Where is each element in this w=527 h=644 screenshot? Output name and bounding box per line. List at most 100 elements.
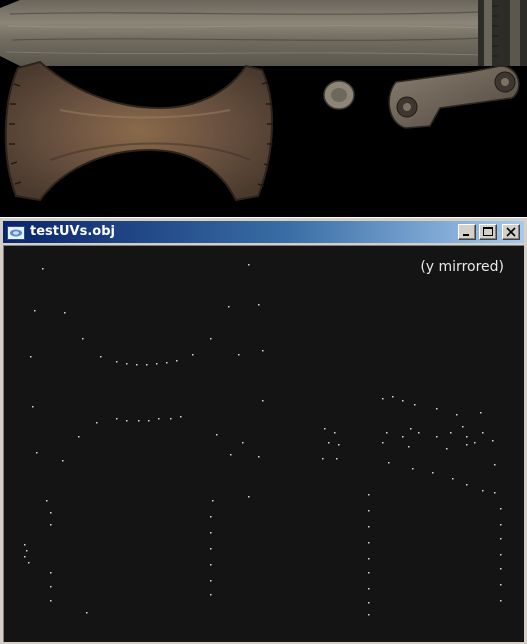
uv-vertex-point: [96, 422, 98, 424]
uv-vertex-point: [412, 468, 414, 470]
uv-vertex-point: [210, 580, 212, 582]
uv-vertex-point: [210, 516, 212, 518]
app-icon[interactable]: [7, 225, 25, 240]
uv-vertex-point: [368, 494, 370, 496]
metal-bracket-region: [388, 65, 520, 129]
uv-vertex-point: [126, 363, 128, 365]
uv-vertex-point: [462, 426, 464, 428]
uv-vertex-point: [392, 396, 394, 398]
uv-vertex-point: [500, 568, 502, 570]
uv-vertex-point: [414, 404, 416, 406]
uv-vertex-point: [368, 510, 370, 512]
uv-vertex-point: [402, 436, 404, 438]
uv-vertex-point: [262, 400, 264, 402]
uv-vertex-point: [248, 264, 250, 266]
maximize-icon: [483, 227, 493, 236]
uv-vertex-point: [116, 418, 118, 420]
uv-vertex-point: [388, 462, 390, 464]
uv-vertex-point: [228, 306, 230, 308]
maximize-button[interactable]: [479, 224, 497, 240]
uv-vertex-point: [368, 526, 370, 528]
uv-vertex-point: [230, 454, 232, 456]
uv-point-plot: [24, 264, 502, 616]
uv-vertex-point: [368, 542, 370, 544]
uv-vertex-point: [30, 356, 32, 358]
uv-vertex-point: [324, 428, 326, 430]
uv-vertex-point: [322, 458, 324, 460]
uv-vertex-point: [242, 442, 244, 444]
uv-vertex-point: [180, 416, 182, 418]
close-icon: [506, 227, 516, 237]
uv-vertex-point: [494, 464, 496, 466]
uv-vertex-point: [28, 562, 30, 564]
texture-preview: [0, 0, 527, 217]
uv-vertex-point: [452, 478, 454, 480]
uv-vertex-point: [46, 500, 48, 502]
uv-vertex-point: [166, 362, 168, 364]
uv-vertex-point: [24, 544, 26, 546]
uv-vertex-point: [368, 588, 370, 590]
uv-vertex-point: [432, 472, 434, 474]
uv-vertex-point: [116, 361, 118, 363]
uv-vertex-point: [368, 614, 370, 616]
uv-vertex-point: [336, 458, 338, 460]
uv-vertex-point: [176, 360, 178, 362]
minimize-icon: [463, 234, 469, 236]
uv-vertex-point: [456, 414, 458, 416]
uv-vertex-point: [210, 564, 212, 566]
uv-vertex-point: [368, 602, 370, 604]
wood-plank-region: [0, 0, 527, 66]
uv-vertex-point: [212, 500, 214, 502]
uv-vertex-point: [210, 594, 212, 596]
uv-vertex-point: [466, 484, 468, 486]
uv-canvas[interactable]: (y mirrored): [3, 245, 524, 642]
uv-vertex-point: [36, 452, 38, 454]
uv-vertex-point: [170, 418, 172, 420]
uv-vertex-point: [50, 524, 52, 526]
uv-vertex-point: [500, 554, 502, 556]
uv-vertex-point: [368, 558, 370, 560]
uv-vertex-point: [148, 420, 150, 422]
uv-vertex-point: [62, 460, 64, 462]
uv-vertex-point: [436, 408, 438, 410]
uv-vertex-point: [418, 432, 420, 434]
uv-vertex-point: [500, 524, 502, 526]
uv-vertex-point: [482, 432, 484, 434]
uv-vertex-point: [262, 350, 264, 352]
uv-vertex-point: [258, 456, 260, 458]
uv-vertex-point: [466, 444, 468, 446]
title-bar[interactable]: testUVs.obj: [3, 221, 524, 243]
uv-vertex-point: [32, 406, 34, 408]
minimize-button[interactable]: [458, 224, 476, 240]
uv-vertex-point: [192, 354, 194, 356]
uv-vertex-point: [24, 556, 26, 558]
uv-vertex-point: [34, 310, 36, 312]
axe-head-region: [4, 60, 273, 202]
uv-vertex-point: [138, 420, 140, 422]
window-title: testUVs.obj: [30, 224, 115, 239]
uv-vertex-point: [248, 496, 250, 498]
uv-vertex-point: [474, 442, 476, 444]
uv-vertex-point: [328, 442, 330, 444]
uv-vertex-point: [158, 418, 160, 420]
uv-vertex-point: [126, 420, 128, 422]
uv-vertex-point: [210, 338, 212, 340]
uv-vertex-point: [42, 268, 44, 270]
uv-vertex-point: [480, 412, 482, 414]
texture-atlas-image: [0, 0, 527, 202]
uv-vertex-point: [382, 442, 384, 444]
uv-vertex-point: [258, 304, 260, 306]
uv-vertex-point: [402, 400, 404, 402]
uv-vertex-point: [78, 436, 80, 438]
uv-vertex-point: [216, 434, 218, 436]
uv-vertex-point: [82, 338, 84, 340]
uv-vertex-point: [446, 448, 448, 450]
uv-vertex-point: [146, 364, 148, 366]
uv-vertex-point: [386, 432, 388, 434]
close-button[interactable]: [502, 224, 520, 240]
uv-vertex-point: [64, 312, 66, 314]
small-disc-region: [323, 80, 355, 110]
uv-vertex-point: [500, 600, 502, 602]
uv-vertex-point: [410, 428, 412, 430]
uv-vertex-point: [26, 550, 28, 552]
